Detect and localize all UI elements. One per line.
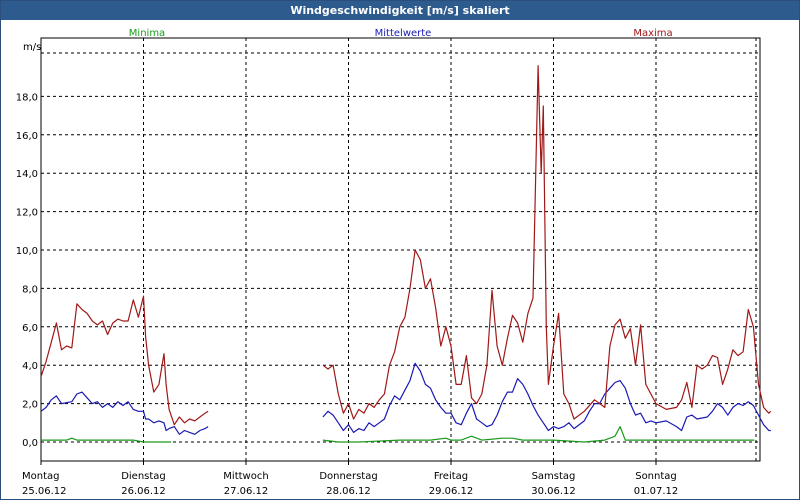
legend-mittelwerte: Mittelwerte	[375, 28, 432, 39]
wind-speed-chart: 0,0 2,0 4,0 6,0 8,0 10,0 12,0 14,0 16,0 18,0 m/s Mo…	[16, 28, 772, 497]
x-tick-day: Samstag	[532, 471, 576, 482]
y-tick-label: 0,0	[22, 438, 38, 449]
legend-minima: Minima	[129, 28, 165, 39]
legend-maxima: Maxima	[633, 28, 672, 39]
x-tick-date: 28.06.12	[326, 486, 371, 497]
x-tick-day: Sonntag	[635, 471, 677, 482]
x-tick-day: Freitag	[434, 471, 468, 482]
x-tick-date: 01.07.12	[634, 486, 679, 497]
x-tick-date: 25.06.12	[22, 486, 67, 497]
x-tick-day: Montag	[22, 471, 59, 482]
y-tick-label: 10,0	[16, 246, 38, 257]
y-tick-label: 14,0	[16, 169, 38, 180]
x-tick-day: Dienstag	[121, 471, 166, 482]
y-tick-label: 4,0	[22, 361, 38, 372]
y-tick-label: 16,0	[16, 131, 38, 142]
x-tick-day: Mittwoch	[223, 471, 268, 482]
y-tick-label: 18,0	[16, 92, 38, 103]
x-tick-date: 29.06.12	[429, 486, 474, 497]
x-tick-date: 26.06.12	[121, 486, 166, 497]
x-tick-day: Donnerstag	[319, 471, 377, 482]
x-tick-date: 27.06.12	[224, 486, 269, 497]
x-tick-date: 30.06.12	[531, 486, 576, 497]
y-tick-label: 2,0	[22, 400, 38, 411]
y-tick-label: 8,0	[22, 284, 38, 295]
y-tick-label: 12,0	[16, 208, 38, 219]
y-axis-label: m/s	[23, 42, 41, 53]
chart-window: Windgeschwindigkeit [m/s] skaliert 0,0 2,…	[0, 0, 800, 500]
y-tick-label: 6,0	[22, 323, 38, 334]
